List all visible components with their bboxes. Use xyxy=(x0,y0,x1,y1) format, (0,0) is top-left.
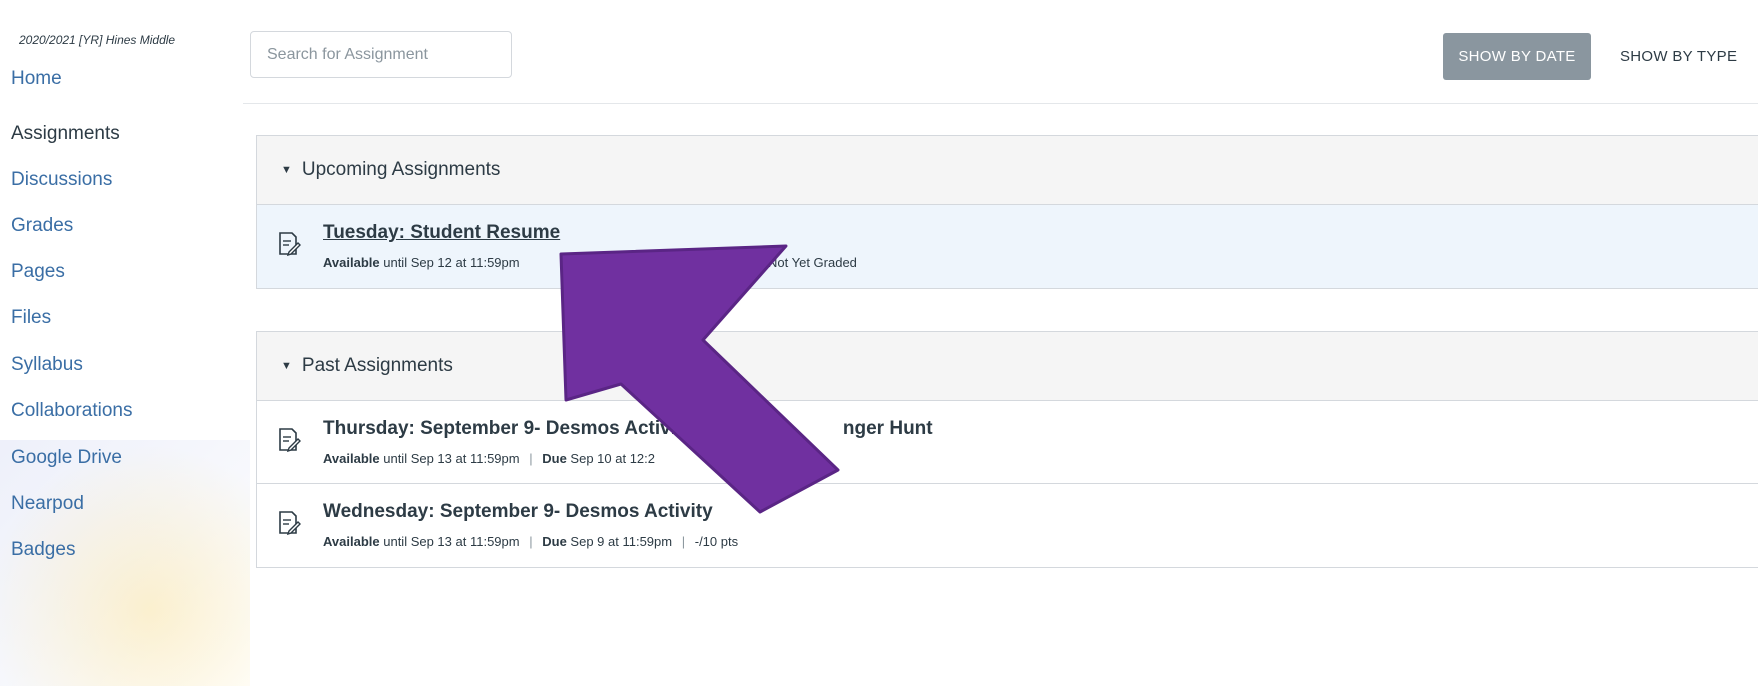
assignment-title-link[interactable]: Thursday: September 9- Desmos Activity ng… xyxy=(323,418,933,440)
group-title: Past Assignments xyxy=(301,355,453,376)
nav-item-badges[interactable]: Badges xyxy=(11,539,75,561)
past-assignments-group: ▼ Past Assignments Thursday: September 9… xyxy=(256,331,1758,568)
assignment-edit-icon xyxy=(279,428,301,453)
available-text: until Sep 13 at 11:59pm xyxy=(383,534,520,549)
available-text: until Sep 13 at 11:59pm xyxy=(383,451,520,466)
caret-down-icon: ▼ xyxy=(281,164,292,176)
nav-item-pages[interactable]: Pages xyxy=(11,261,65,283)
assignment-row[interactable]: Thursday: September 9- Desmos Activity ng… xyxy=(257,401,1758,484)
assignment-row[interactable]: Wednesday: September 9- Desmos Activity … xyxy=(257,484,1758,567)
group-title: Upcoming Assignments xyxy=(301,159,501,180)
due-label: Due xyxy=(542,451,567,466)
nav-item-syllabus[interactable]: Syllabus xyxy=(11,354,83,376)
nav-item-assignments[interactable]: Assignments xyxy=(11,123,120,145)
search-input[interactable] xyxy=(251,32,511,77)
assignment-title-link[interactable]: Tuesday: Student Resume xyxy=(323,222,560,244)
grade-status: Not Yet Graded xyxy=(768,255,857,270)
due-fragment: 59pm xyxy=(646,255,680,270)
nav-item-discussions[interactable]: Discussions xyxy=(11,169,112,191)
assignment-edit-icon xyxy=(279,511,301,536)
group-header[interactable]: ▼ Upcoming Assignments xyxy=(257,136,1758,205)
nav-item-grades[interactable]: Grades xyxy=(11,215,73,237)
caret-down-icon: ▼ xyxy=(281,360,292,372)
nav-item-nearpod[interactable]: Nearpod xyxy=(11,493,84,515)
points-text: -/10 pts xyxy=(694,534,739,549)
nav-item-files[interactable]: Files xyxy=(11,307,51,329)
assignment-meta: Available until Sep 12 at 11:59pm 59pm |… xyxy=(323,255,857,270)
assignment-meta: Available until Sep 13 at 11:59pm | Due … xyxy=(323,451,655,466)
upcoming-assignments-group: ▼ Upcoming Assignments Tuesday: Student … xyxy=(256,135,1758,289)
show-by-date-button[interactable]: SHOW BY DATE xyxy=(1443,33,1591,80)
header-divider xyxy=(243,103,1758,104)
available-text: until Sep 12 at 11:59pm xyxy=(383,255,520,270)
course-navigation: 2020/2021 [YR] Hines Middle Home Assignm… xyxy=(0,0,240,686)
nav-item-home[interactable]: Home xyxy=(11,68,62,90)
due-text: Sep 10 at 12:2 xyxy=(570,451,655,466)
search-field[interactable] xyxy=(250,31,512,78)
due-label: Due xyxy=(542,534,567,549)
assignment-meta: Available until Sep 13 at 11:59pm | Due … xyxy=(323,534,739,549)
show-by-type-button[interactable]: SHOW BY TYPE xyxy=(1620,33,1737,80)
nav-item-google-drive[interactable]: Google Drive xyxy=(11,447,122,469)
assignment-row[interactable]: Tuesday: Student Resume Available until … xyxy=(257,205,1758,288)
available-label: Available xyxy=(323,451,380,466)
group-header[interactable]: ▼ Past Assignments xyxy=(257,332,1758,401)
nav-item-collaborations[interactable]: Collaborations xyxy=(11,400,132,422)
due-text: Sep 9 at 11:59pm xyxy=(570,534,673,549)
course-title: 2020/2021 [YR] Hines Middle xyxy=(19,33,176,47)
assignment-edit-icon xyxy=(279,232,301,257)
available-label: Available xyxy=(323,534,380,549)
available-label: Available xyxy=(323,255,380,270)
assignment-title-link[interactable]: Wednesday: September 9- Desmos Activity xyxy=(323,501,713,523)
points-text: -/10 pts xyxy=(702,255,746,270)
